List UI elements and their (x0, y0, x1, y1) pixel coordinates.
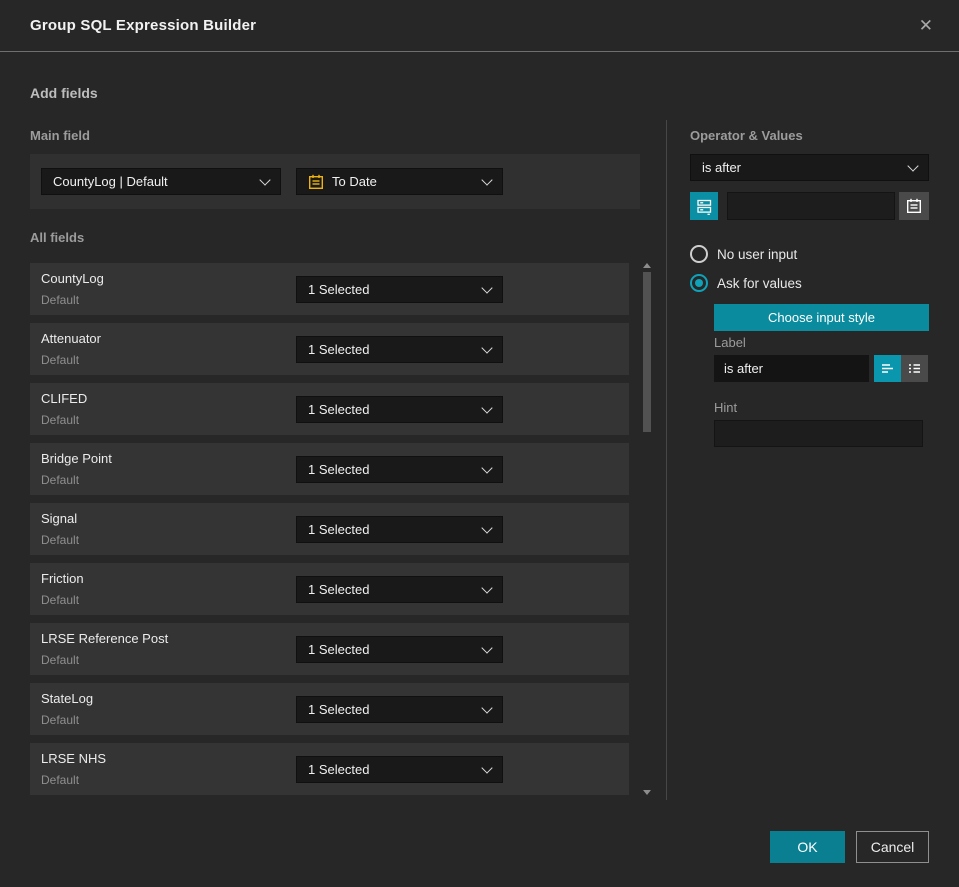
field-selection-dropdown[interactable]: 1 Selected (296, 696, 503, 723)
hint-field-label: Hint (714, 400, 738, 415)
scrollbar-up-arrow[interactable] (643, 263, 651, 268)
field-name: StateLog (41, 691, 94, 706)
field-sublabel: Default (41, 713, 80, 727)
label-style-segmented-control (874, 355, 928, 382)
field-sublabel: Default (41, 353, 80, 367)
all-fields-label: All fields (30, 230, 85, 245)
radio-checked-icon (690, 274, 708, 292)
close-icon[interactable]: ✕ (915, 13, 937, 38)
field-selection-value: 1 Selected (308, 702, 370, 717)
main-field-panel: CountyLog | Default To Date (30, 154, 640, 209)
calendar-icon (308, 174, 324, 190)
field-name: CountyLog (41, 271, 104, 286)
align-left-style-button[interactable] (874, 355, 901, 382)
radio-no-user-input[interactable]: No user input (690, 245, 797, 263)
field-selection-dropdown[interactable]: 1 Selected (296, 636, 503, 663)
field-selection-value: 1 Selected (308, 282, 370, 297)
radio-ask-for-values[interactable]: Ask for values (690, 274, 802, 292)
field-selection-dropdown[interactable]: 1 Selected (296, 456, 503, 483)
chevron-down-icon (481, 581, 493, 594)
field-selection-value: 1 Selected (308, 762, 370, 777)
ok-button[interactable]: OK (770, 831, 845, 863)
main-field-select[interactable]: CountyLog | Default (41, 168, 281, 195)
field-name: LRSE NHS (41, 751, 107, 766)
dialog-header: Group SQL Expression Builder ✕ (0, 0, 959, 52)
operator-values-label: Operator & Values (690, 128, 803, 143)
chevron-down-icon (481, 401, 493, 414)
chevron-down-icon (481, 761, 493, 774)
field-sublabel: Default (41, 593, 80, 607)
field-sublabel: Default (41, 413, 80, 427)
field-name: Attenuator (41, 331, 101, 346)
field-sublabel: Default (41, 293, 80, 307)
main-field-label: Main field (30, 128, 90, 143)
date-mode-select-value: To Date (332, 174, 377, 189)
radio-ask-for-values-label: Ask for values (717, 275, 802, 291)
date-picker-button[interactable] (899, 192, 929, 220)
scrollbar-thumb[interactable] (643, 272, 651, 432)
chevron-down-icon (481, 173, 493, 186)
field-selection-dropdown[interactable]: 1 Selected (296, 396, 503, 423)
field-name: LRSE Reference Post (41, 631, 169, 646)
field-selection-dropdown[interactable]: 1 Selected (296, 276, 503, 303)
group-sql-expression-builder-dialog: Group SQL Expression Builder ✕ Add field… (0, 0, 959, 887)
field-row: Friction Default 1 Selected (30, 563, 629, 615)
chevron-down-icon (481, 521, 493, 534)
field-row: LRSE Reference Post Default 1 Selected (30, 623, 629, 675)
chevron-down-icon (481, 701, 493, 714)
field-selection-value: 1 Selected (308, 462, 370, 477)
chevron-down-icon (481, 461, 493, 474)
field-sublabel: Default (41, 653, 80, 667)
dialog-title: Group SQL Expression Builder (30, 17, 257, 34)
hint-input[interactable] (714, 420, 923, 447)
field-selection-value: 1 Selected (308, 582, 370, 597)
field-row: StateLog Default 1 Selected (30, 683, 629, 735)
operator-select[interactable]: is after (690, 154, 929, 181)
field-name: CLIFED (41, 391, 88, 406)
add-fields-heading: Add fields (30, 85, 98, 101)
field-row: Signal Default 1 Selected (30, 503, 629, 555)
label-field-label: Label (714, 335, 746, 350)
label-input[interactable] (714, 355, 869, 382)
field-sublabel: Default (41, 773, 80, 787)
field-selection-value: 1 Selected (308, 402, 370, 417)
choose-input-style-button[interactable]: Choose input style (714, 304, 929, 331)
field-selection-value: 1 Selected (308, 522, 370, 537)
field-row: CountyLog Default 1 Selected (30, 263, 629, 315)
operator-value-input[interactable] (727, 192, 895, 220)
field-name: Friction (41, 571, 84, 586)
main-field-select-value: CountyLog | Default (53, 174, 168, 189)
field-sublabel: Default (41, 473, 80, 487)
field-sublabel: Default (41, 533, 80, 547)
field-selection-dropdown[interactable]: 1 Selected (296, 756, 503, 783)
field-row: CLIFED Default 1 Selected (30, 383, 629, 435)
panel-divider (666, 120, 667, 800)
chevron-down-icon (259, 173, 271, 186)
field-row: Bridge Point Default 1 Selected (30, 443, 629, 495)
all-fields-list: CountyLog Default 1 Selected Attenuator … (30, 263, 629, 795)
cancel-button[interactable]: Cancel (856, 831, 929, 863)
chevron-down-icon (907, 159, 919, 172)
scrollbar-down-arrow[interactable] (643, 790, 651, 795)
list-style-button[interactable] (901, 355, 928, 382)
field-selection-value: 1 Selected (308, 342, 370, 357)
unique-values-button[interactable] (690, 192, 718, 220)
field-row: LRSE NHS Default 1 Selected (30, 743, 629, 795)
radio-no-user-input-label: No user input (717, 246, 798, 262)
field-selection-value: 1 Selected (308, 642, 370, 657)
chevron-down-icon (481, 341, 493, 354)
field-name: Signal (41, 511, 78, 526)
chevron-down-icon (481, 281, 493, 294)
chevron-down-icon (481, 641, 493, 654)
field-selection-dropdown[interactable]: 1 Selected (296, 576, 503, 603)
field-row: Attenuator Default 1 Selected (30, 323, 629, 375)
field-selection-dropdown[interactable]: 1 Selected (296, 516, 503, 543)
radio-unchecked-icon (690, 245, 708, 263)
operator-select-value: is after (702, 160, 742, 175)
field-name: Bridge Point (41, 451, 112, 466)
field-selection-dropdown[interactable]: 1 Selected (296, 336, 503, 363)
date-mode-select[interactable]: To Date (296, 168, 503, 195)
